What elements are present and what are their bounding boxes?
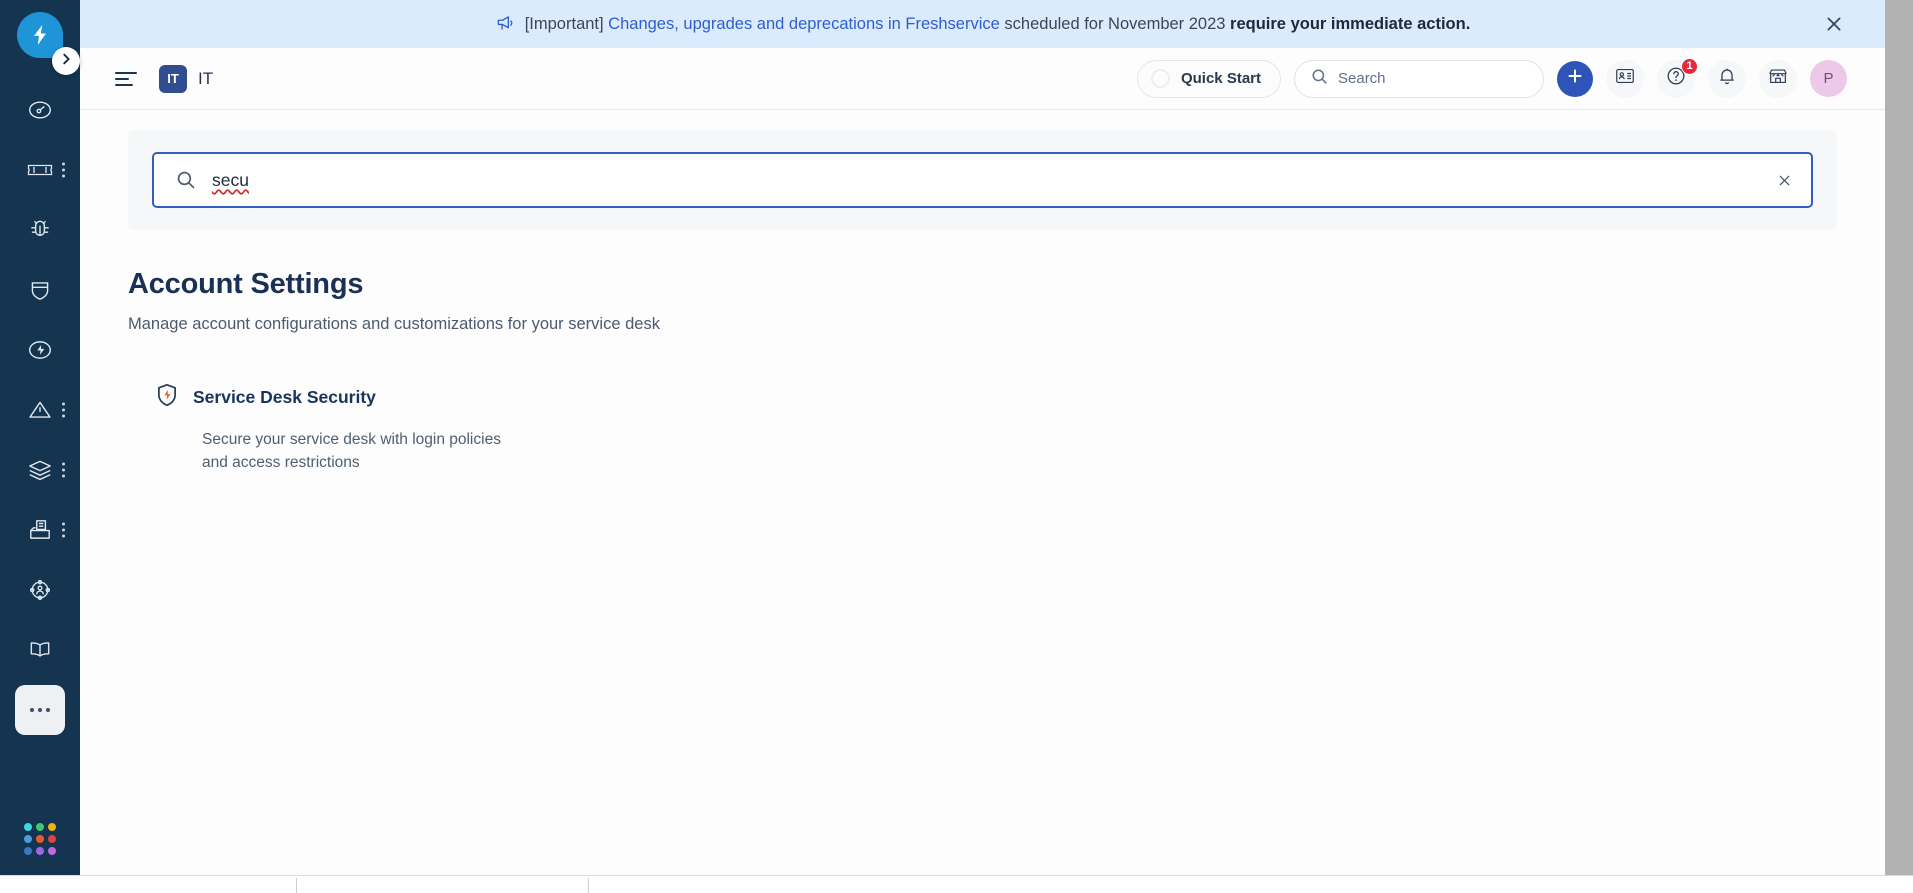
search-icon xyxy=(1311,68,1328,89)
dashboard-gauge-icon xyxy=(20,90,60,130)
top-navigation-bar: IT IT Quick Start Search 1 P xyxy=(80,48,1885,110)
announcement-banner: [Important] Changes, upgrades and deprec… xyxy=(80,0,1885,48)
global-search-placeholder: Search xyxy=(1338,70,1386,87)
workspace-name: IT xyxy=(198,68,214,88)
app-grid-icon xyxy=(24,823,56,855)
settings-search-value: secu xyxy=(212,169,249,190)
progress-ring-icon xyxy=(1150,69,1170,88)
bell-icon xyxy=(1716,65,1738,92)
sidebar-expand-button[interactable] xyxy=(52,47,80,75)
settings-search-panel: secu xyxy=(128,130,1837,230)
list-item[interactable]: Service Desk Security Secure your servic… xyxy=(128,382,1837,475)
app-switcher-button[interactable] xyxy=(24,823,56,855)
banner-link[interactable]: Changes, upgrades and deprecations in Fr… xyxy=(608,15,1000,33)
sidebar-item-solutions[interactable] xyxy=(0,620,80,680)
ticket-icon xyxy=(20,150,60,190)
hamburger-menu-icon[interactable] xyxy=(115,71,137,86)
sidebar-item-dashboard[interactable] xyxy=(0,80,80,140)
left-sidebar xyxy=(0,0,80,875)
chevron-right-icon xyxy=(59,52,73,71)
page-scrollbar[interactable] xyxy=(1885,0,1913,893)
book-icon xyxy=(20,630,60,670)
sidebar-item-more[interactable] xyxy=(0,680,80,740)
announcement-banner-text: [Important] Changes, upgrades and deprec… xyxy=(525,15,1471,34)
shield-icon xyxy=(20,270,60,310)
banner-close-icon[interactable] xyxy=(1823,13,1845,35)
bug-icon xyxy=(20,210,60,250)
bolt-circle-icon xyxy=(20,330,60,370)
sidebar-item-contracts[interactable] xyxy=(0,500,80,560)
plus-icon xyxy=(1565,66,1585,91)
global-search-input[interactable]: Search xyxy=(1294,59,1544,98)
browser-bottom-strip xyxy=(0,875,1913,893)
alert-triangle-icon xyxy=(20,390,60,430)
page-subtitle: Manage account configurations and custom… xyxy=(128,315,660,333)
contact-list-icon xyxy=(1614,65,1636,92)
sidebar-item-employees[interactable] xyxy=(0,560,80,620)
result-item-header: Service Desk Security xyxy=(154,382,1837,413)
sidebar-item-tickets-menu[interactable] xyxy=(62,162,65,178)
sidebar-item-list xyxy=(0,80,80,740)
marketplace-shop-icon xyxy=(1767,65,1789,92)
quick-start-button[interactable]: Quick Start xyxy=(1136,59,1281,98)
notifications-button[interactable] xyxy=(1708,59,1746,98)
layers-icon xyxy=(20,450,60,490)
user-network-icon xyxy=(20,570,60,610)
top-nav-actions: Quick Start Search 1 P xyxy=(1136,57,1847,98)
help-notification-badge: 1 xyxy=(1681,57,1698,75)
sidebar-item-assets-menu[interactable] xyxy=(62,462,65,478)
shield-bolt-icon xyxy=(154,382,180,413)
search-results: Account Settings Manage account configur… xyxy=(80,230,1885,475)
megaphone-icon xyxy=(495,14,515,34)
quick-start-label: Quick Start xyxy=(1180,70,1261,87)
user-avatar[interactable]: P xyxy=(1810,60,1847,97)
sidebar-item-tickets[interactable] xyxy=(0,140,80,200)
sidebar-item-changes[interactable] xyxy=(0,260,80,320)
banner-bold-text: require your immediate action. xyxy=(1230,14,1471,33)
settings-page: secu Account Settings Manage account con… xyxy=(80,110,1885,875)
sidebar-item-releases[interactable] xyxy=(0,320,80,380)
workspace-badge[interactable]: IT xyxy=(159,64,187,93)
sidebar-item-assets[interactable] xyxy=(0,440,80,500)
sidebar-item-alerts-menu[interactable] xyxy=(62,402,65,418)
banner-prefix: [Important] xyxy=(524,14,609,33)
add-new-button[interactable] xyxy=(1557,60,1593,97)
page-title: Account Settings xyxy=(128,268,364,300)
sidebar-item-alerts[interactable] xyxy=(0,380,80,440)
ellipsis-icon xyxy=(15,685,65,735)
sidebar-item-problems[interactable] xyxy=(0,200,80,260)
marketplace-button[interactable] xyxy=(1759,59,1797,98)
inbox-document-icon xyxy=(20,510,60,550)
result-item-description: Secure your service desk with login poli… xyxy=(202,431,501,471)
settings-search-input[interactable]: secu xyxy=(152,152,1813,208)
search-icon xyxy=(176,170,196,190)
banner-middle: scheduled for November 2023 xyxy=(999,14,1231,33)
contact-list-button[interactable] xyxy=(1606,59,1644,98)
help-button[interactable]: 1 xyxy=(1657,57,1698,98)
clear-search-icon[interactable] xyxy=(1773,169,1795,191)
result-item-title: Service Desk Security xyxy=(193,387,376,407)
sidebar-item-contracts-menu[interactable] xyxy=(62,522,65,538)
